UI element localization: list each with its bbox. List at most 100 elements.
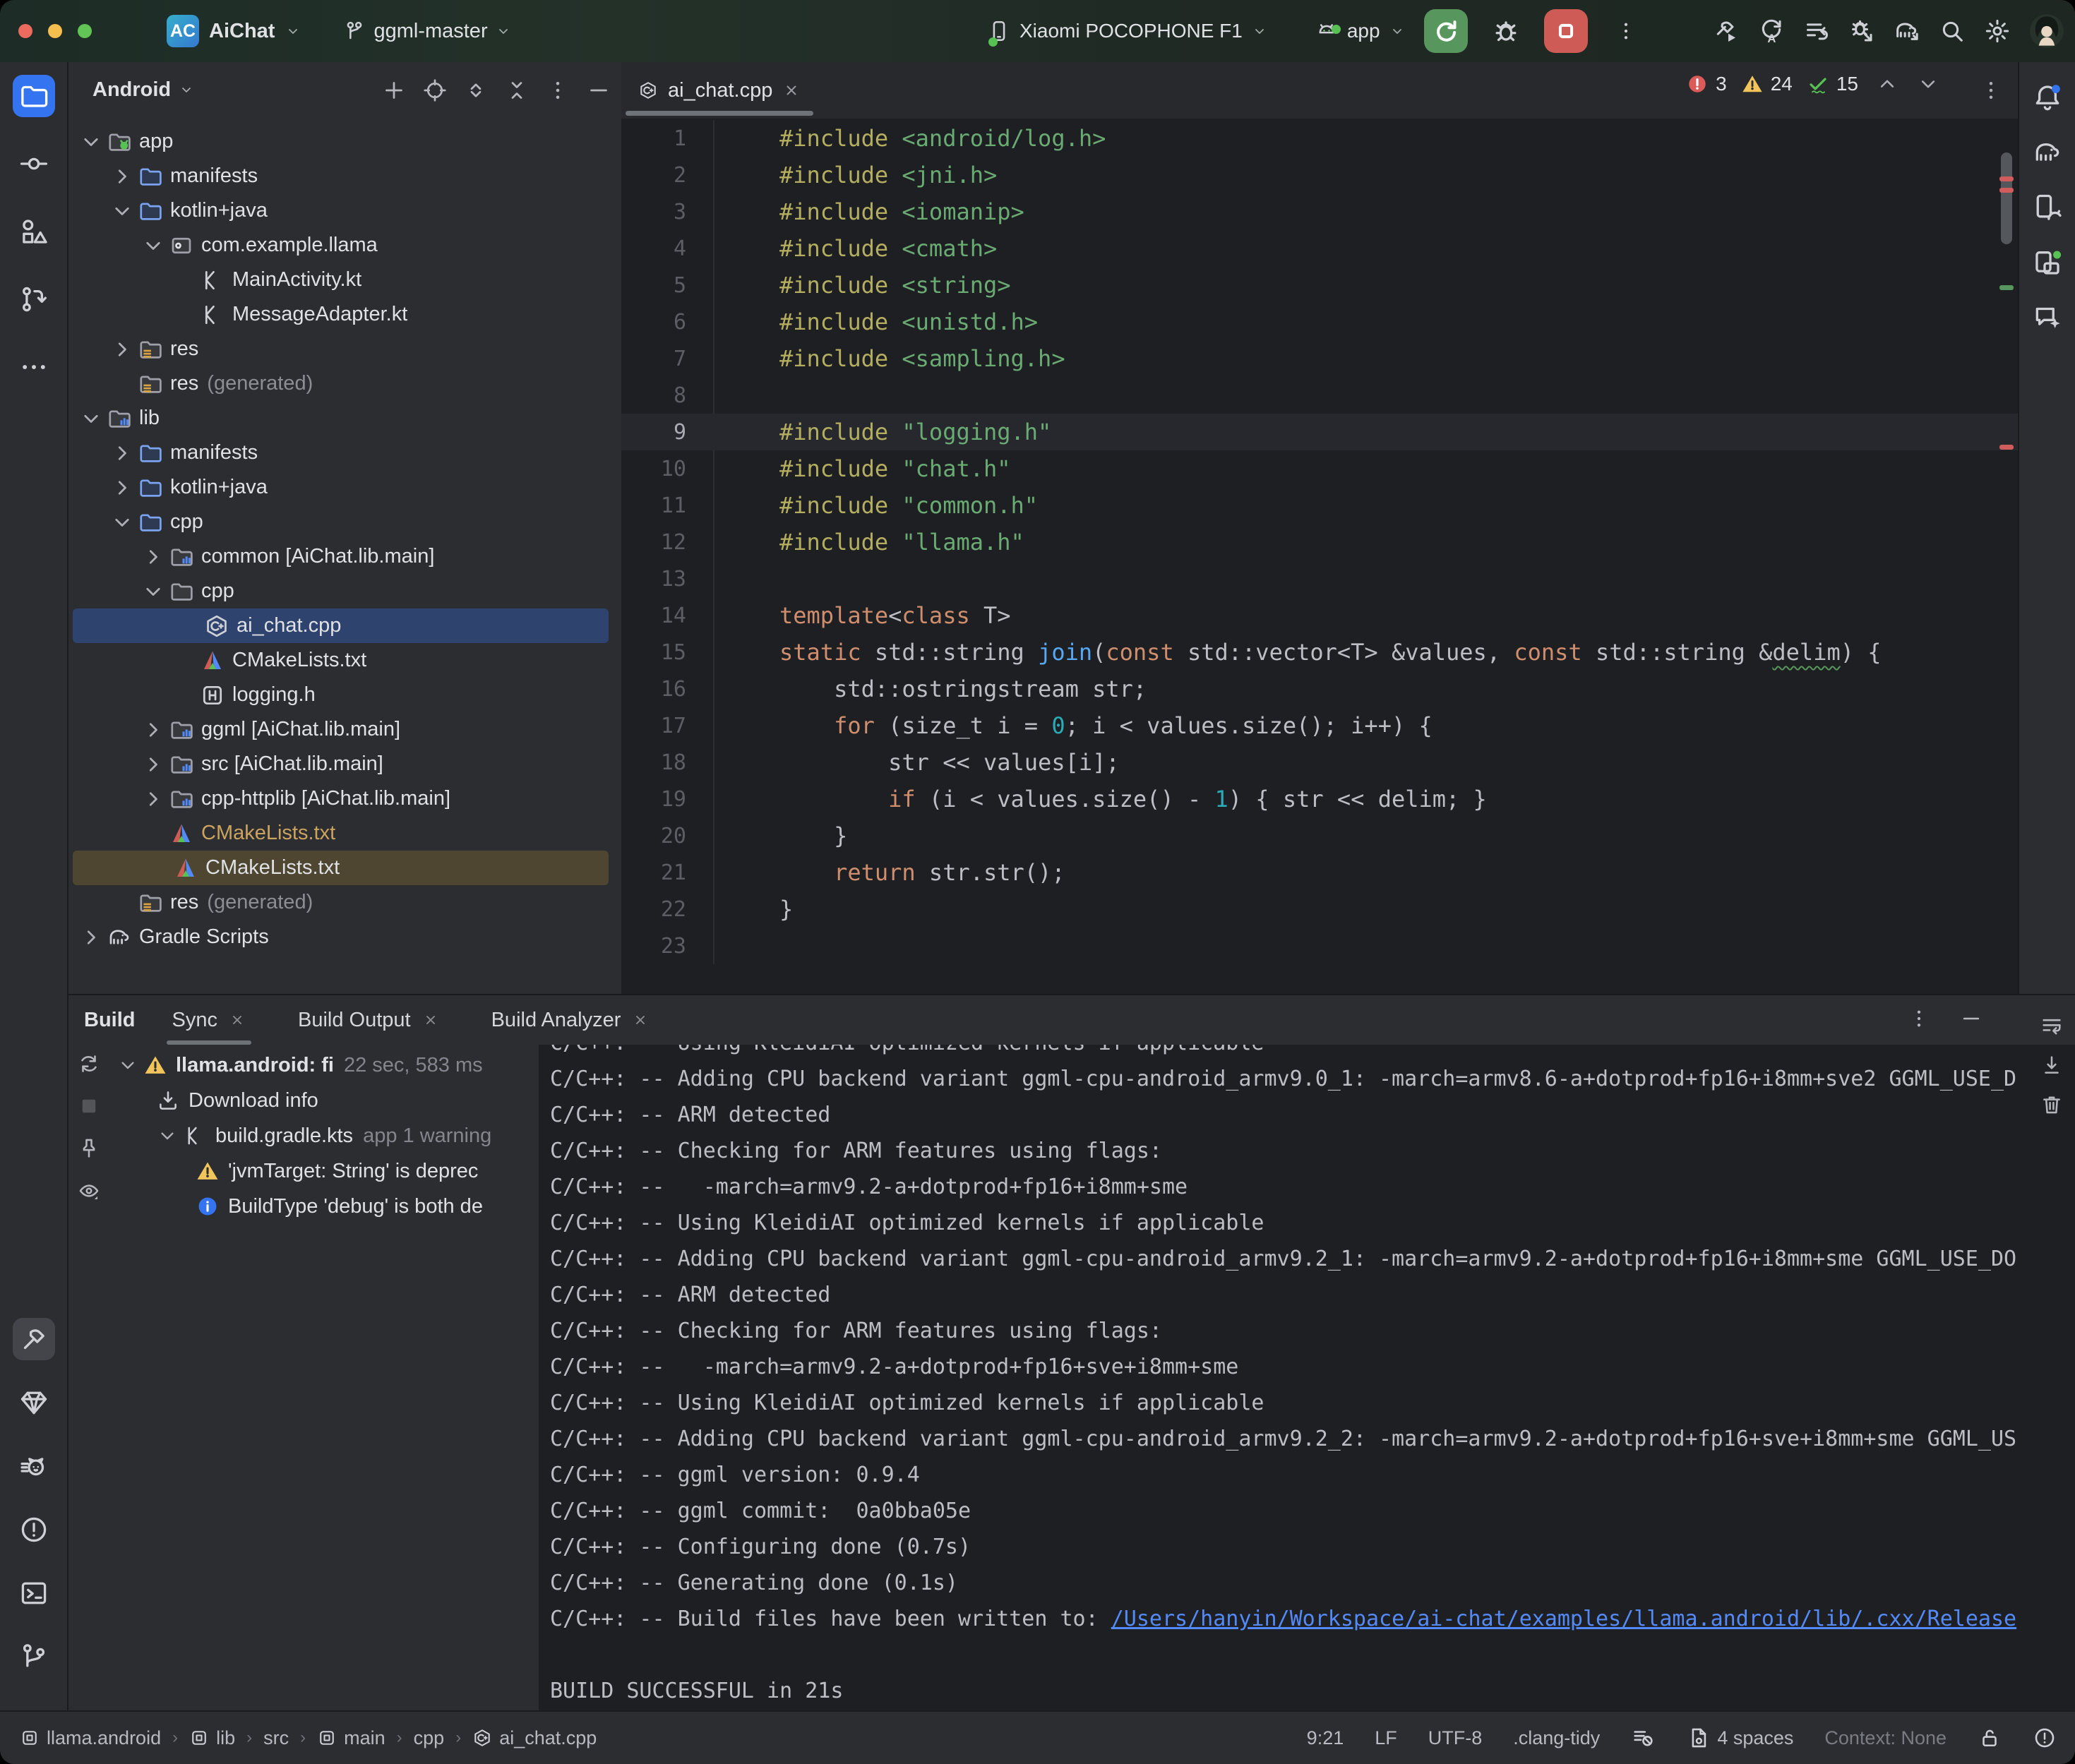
device-manager-icon[interactable] [2032, 192, 2063, 223]
context-widget[interactable]: Context: None [1824, 1727, 1947, 1749]
more-tool-windows-button[interactable] [13, 346, 55, 388]
build-console[interactable]: C/C++: -- Using KleidiAI optimized kerne… [539, 1045, 2075, 1713]
device-selector[interactable]: Xiaomi POCOPHONE F1 [987, 19, 1268, 43]
inspections-widget[interactable]: 3 24 15 [1686, 72, 1940, 96]
tree-item-ggml-aichat-lib-main-[interactable]: ggml [AiChat.lib.main] [68, 712, 621, 747]
next-problem-icon[interactable] [1916, 72, 1940, 96]
breadcrumb-item[interactable]: cpp [414, 1727, 445, 1749]
tree-item-res[interactable]: res [68, 332, 621, 366]
hide-build-panel-icon[interactable] [1959, 1007, 1983, 1031]
unlocked-icon[interactable] [1978, 1726, 2002, 1750]
search-everywhere-button[interactable] [1938, 17, 1966, 45]
error-stripe-mark[interactable] [1999, 176, 2014, 181]
build-project-button[interactable] [1712, 17, 1740, 45]
user-avatar[interactable] [2028, 13, 2065, 49]
expand-all-icon[interactable] [463, 78, 489, 103]
sync-tree-item[interactable]: build.gradle.ktsapp 1 warning [109, 1118, 539, 1153]
tree-item-cpp[interactable]: cpp [68, 505, 621, 539]
version-control-button[interactable] [13, 1636, 55, 1678]
caret-position[interactable]: 9:21 [1307, 1727, 1344, 1749]
profiler-attach-button[interactable] [1848, 17, 1876, 45]
pin-icon[interactable] [77, 1136, 101, 1160]
indent-widget[interactable]: 4 spaces [1686, 1726, 1793, 1750]
sync-tree-item[interactable]: BuildType 'debug' is both de [109, 1189, 539, 1224]
tree-item-logging-h[interactable]: logging.h [68, 678, 621, 712]
gradle-icon[interactable] [2032, 137, 2063, 168]
app-quality-insights-button[interactable] [13, 1381, 55, 1424]
build-tab-build-output[interactable]: Build Output [282, 995, 455, 1045]
tree-item-ai-chat-cpp[interactable]: ai_chat.cpp [73, 608, 609, 643]
build-tool-button[interactable] [13, 1318, 55, 1360]
run-more-actions-button[interactable] [1606, 11, 1646, 51]
tree-item-messageadapter-kt[interactable]: MessageAdapter.kt [68, 297, 621, 332]
build-tab-build-analyzer[interactable]: Build Analyzer [476, 995, 665, 1045]
debug-button[interactable] [1486, 11, 1526, 51]
inspections-off-icon[interactable] [1631, 1726, 1655, 1750]
gradle-sync-button[interactable] [1893, 17, 1921, 45]
minimize-window-button[interactable] [48, 24, 62, 38]
project-tool-button[interactable] [13, 75, 55, 117]
stop-disabled-icon[interactable] [77, 1094, 101, 1118]
build-variants-button[interactable] [1802, 17, 1831, 45]
tree-item-mainactivity-kt[interactable]: MainActivity.kt [68, 263, 621, 297]
tree-item-cpp-httplib-aichat-lib-main-[interactable]: cpp-httplib [AiChat.lib.main] [68, 781, 621, 816]
breadcrumb-item[interactable]: src [263, 1727, 289, 1749]
breadcrumb-item[interactable]: main [317, 1727, 385, 1749]
problems-button[interactable] [13, 1508, 55, 1551]
sync-tree-item[interactable]: Download info [109, 1083, 539, 1118]
settings-button[interactable] [1983, 17, 2011, 45]
tree-item-kotlin-java[interactable]: kotlin+java [68, 470, 621, 505]
tree-item-manifests[interactable]: manifests [68, 436, 621, 470]
gemini-chat-icon[interactable] [2032, 302, 2063, 333]
collapse-all-icon[interactable] [504, 78, 530, 103]
tree-item-cpp[interactable]: cpp [68, 574, 621, 608]
vcs-branch-selector[interactable]: ggml-master [342, 19, 511, 43]
running-devices-icon[interactable] [2032, 247, 2063, 278]
tree-item-gradle-scripts[interactable]: Gradle Scripts [68, 920, 621, 954]
pull-requests-button[interactable] [13, 278, 55, 320]
stop-button[interactable] [1544, 9, 1588, 53]
hide-panel-icon[interactable] [586, 78, 611, 103]
file-encoding[interactable]: UTF-8 [1428, 1727, 1483, 1749]
tree-item-res[interactable]: res(generated) [68, 366, 621, 401]
tree-item-src-aichat-lib-main-[interactable]: src [AiChat.lib.main] [68, 747, 621, 781]
tree-item-cmakelists-txt[interactable]: CMakeLists.txt [68, 643, 621, 678]
close-icon[interactable] [422, 1012, 439, 1028]
close-icon[interactable] [632, 1012, 649, 1028]
clang-tidy-widget[interactable]: .clang-tidy [1513, 1727, 1600, 1749]
tree-item-cmakelists-txt[interactable]: CMakeLists.txt [68, 816, 621, 851]
sync-tree-item[interactable]: 'jvmTarget: String' is deprec [109, 1153, 539, 1189]
tree-item-lib[interactable]: lib [68, 401, 621, 436]
tree-item-app[interactable]: app [68, 124, 621, 159]
error-highlight-level-icon[interactable] [2033, 1726, 2057, 1750]
breadcrumb-item[interactable]: ai_chat.cpp [472, 1727, 597, 1749]
line-separator[interactable]: LF [1375, 1727, 1397, 1749]
error-stripe-mark[interactable] [1999, 188, 2014, 193]
breadcrumb-item[interactable]: llama.android [20, 1727, 161, 1749]
notifications-icon[interactable] [2032, 82, 2063, 113]
project-view-selector[interactable]: Android [92, 78, 195, 102]
build-options-icon[interactable] [1907, 1007, 1931, 1031]
tree-item-res[interactable]: res(generated) [68, 885, 621, 920]
build-tab-sync[interactable]: Sync [157, 995, 261, 1045]
soft-wrap-icon[interactable] [2040, 1014, 2064, 1038]
breadcrumb-item[interactable]: lib [189, 1727, 235, 1749]
zoom-window-button[interactable] [78, 24, 92, 38]
terminal-button[interactable] [13, 1572, 55, 1614]
tree-item-manifests[interactable]: manifests [68, 159, 621, 193]
add-icon[interactable] [381, 78, 407, 103]
tree-item-cmakelists-txt[interactable]: CMakeLists.txt [73, 851, 609, 885]
close-window-button[interactable] [18, 24, 32, 38]
clear-console-icon[interactable] [2040, 1093, 2064, 1117]
tree-item-common-aichat-lib-main-[interactable]: common [AiChat.lib.main] [68, 539, 621, 574]
profiler-button[interactable] [13, 1445, 55, 1487]
refresh-icon[interactable] [77, 1052, 101, 1076]
close-icon[interactable] [229, 1012, 246, 1028]
tree-item-kotlin-java[interactable]: kotlin+java [68, 193, 621, 228]
error-stripe-mark[interactable] [1999, 445, 2014, 450]
rerun-button[interactable] [1424, 9, 1468, 53]
console-link[interactable]: /Users/hanyin/Workspace/ai-chat/examples… [1111, 1607, 2016, 1631]
editor-options-icon[interactable] [1978, 78, 2004, 103]
previous-problem-icon[interactable] [1875, 72, 1899, 96]
tree-item-com-example-llama[interactable]: com.example.llama [68, 228, 621, 263]
